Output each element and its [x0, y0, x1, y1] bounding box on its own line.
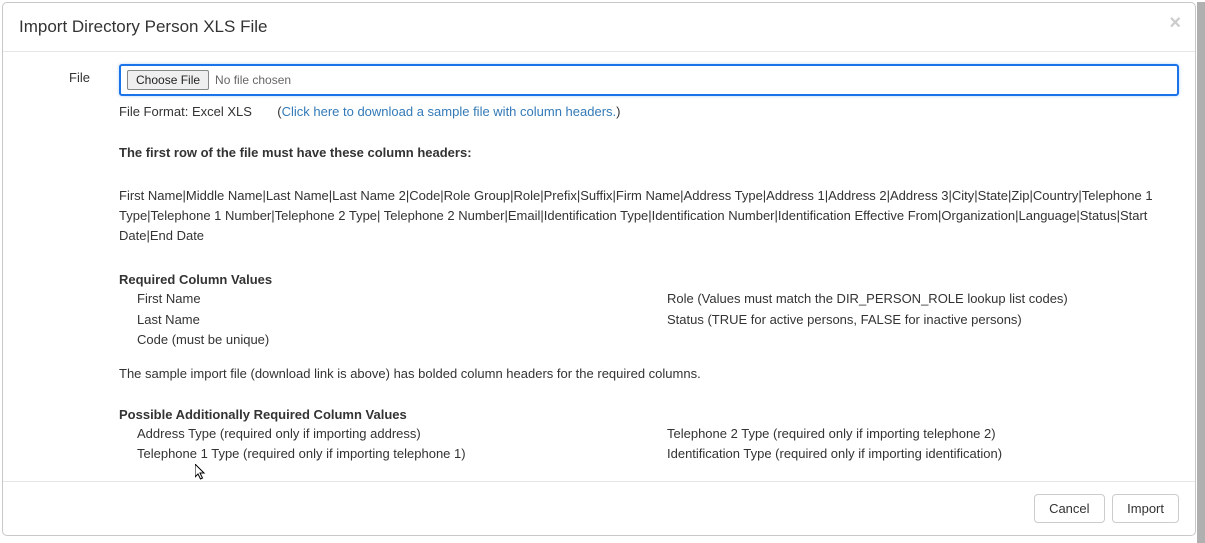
- download-sample-link[interactable]: Click here to download a sample file wit…: [282, 104, 617, 119]
- required-right-col: Role (Values must match the DIR_PERSON_R…: [649, 289, 1179, 349]
- required-values-columns: First Name Last Name Code (must be uniqu…: [119, 289, 1179, 349]
- additional-item: Telephone 2 Type (required only if impor…: [649, 424, 1179, 444]
- file-control-area: Choose File No file chosen File Format: …: [119, 64, 1179, 464]
- file-row: File Choose File No file chosen File For…: [19, 64, 1179, 464]
- required-item: Role (Values must match the DIR_PERSON_R…: [649, 289, 1179, 309]
- import-button[interactable]: Import: [1112, 494, 1179, 523]
- additional-values-columns: Address Type (required only if importing…: [119, 424, 1179, 464]
- modal-body: File Choose File No file chosen File For…: [3, 52, 1195, 481]
- required-left-col: First Name Last Name Code (must be uniqu…: [119, 289, 649, 349]
- modal-footer: Cancel Import: [3, 481, 1195, 535]
- required-item: Status (TRUE for active persons, FALSE f…: [649, 310, 1179, 330]
- modal-title: Import Directory Person XLS File: [19, 17, 1179, 37]
- scrollbar[interactable]: [1197, 2, 1205, 543]
- modal-header: Import Directory Person XLS File ×: [3, 3, 1195, 52]
- file-status-text: No file chosen: [215, 73, 291, 87]
- additional-right-col: Telephone 2 Type (required only if impor…: [649, 424, 1179, 464]
- column-headers-list: First Name|Middle Name|Last Name|Last Na…: [119, 186, 1179, 246]
- file-format-line: File Format: Excel XLS (Click here to do…: [119, 104, 1179, 119]
- cancel-button[interactable]: Cancel: [1034, 494, 1104, 523]
- close-icon[interactable]: ×: [1169, 13, 1181, 33]
- file-label: File: [19, 64, 119, 85]
- additional-left-col: Address Type (required only if importing…: [119, 424, 649, 464]
- file-format-text: File Format: Excel XLS: [119, 104, 252, 119]
- required-values-heading: Required Column Values: [119, 272, 1179, 287]
- additional-item: Address Type (required only if importing…: [119, 424, 649, 444]
- choose-file-button[interactable]: Choose File: [127, 70, 209, 90]
- additional-item: Identification Type (required only if im…: [649, 444, 1179, 464]
- sample-file-note: The sample import file (download link is…: [119, 366, 1179, 381]
- required-item: Code (must be unique): [119, 330, 649, 350]
- file-input[interactable]: Choose File No file chosen: [119, 64, 1179, 96]
- import-modal: Import Directory Person XLS File × File …: [2, 2, 1196, 536]
- additional-values-heading: Possible Additionally Required Column Va…: [119, 407, 1179, 422]
- required-item: Last Name: [119, 310, 649, 330]
- additional-item: Telephone 1 Type (required only if impor…: [119, 444, 649, 464]
- headers-instruction: The first row of the file must have thes…: [119, 145, 1179, 160]
- required-item: First Name: [119, 289, 649, 309]
- download-paren-close: ): [616, 104, 620, 119]
